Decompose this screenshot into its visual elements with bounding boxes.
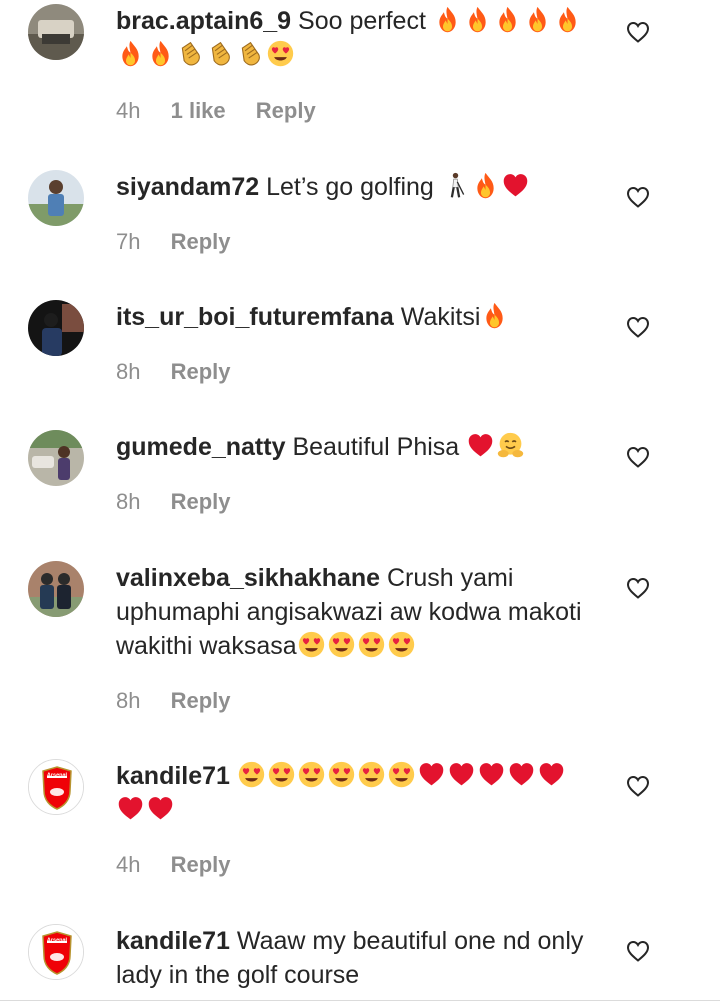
comment-meta: 8h Reply xyxy=(116,359,255,385)
comment-body: siyandam72 Let’s go golfing xyxy=(116,170,596,204)
avatar[interactable]: Arsenal xyxy=(28,759,84,815)
fire-emoji-icon xyxy=(152,40,169,67)
reply-button[interactable]: Reply xyxy=(171,229,231,254)
comment-username[interactable]: kandile71 xyxy=(116,762,230,790)
heart-eyes-emoji-icon xyxy=(238,761,265,788)
like-heart-icon[interactable] xyxy=(626,186,650,208)
red-heart-emoji-icon xyxy=(539,763,564,786)
heart-eyes-emoji-icon xyxy=(388,761,415,788)
heart-eyes-emoji-icon xyxy=(268,761,295,788)
like-heart-icon[interactable] xyxy=(626,577,650,599)
comment-body: valinxeba_sikhakhane Crush yami uphumaph… xyxy=(116,561,596,663)
avatar[interactable] xyxy=(28,430,84,486)
golfer-emoji-icon xyxy=(450,172,465,198)
heart-eyes-emoji-icon xyxy=(267,40,294,67)
avatar[interactable] xyxy=(28,170,84,226)
avatar[interactable] xyxy=(28,561,84,617)
red-heart-emoji-icon xyxy=(118,797,143,820)
comment-time: 4h xyxy=(116,852,141,877)
red-heart-emoji-icon xyxy=(479,763,504,786)
heart-eyes-emoji-icon xyxy=(328,631,354,658)
comment-emojis xyxy=(297,631,417,660)
fire-emoji-icon xyxy=(499,6,516,33)
comment-text: Soo perfect xyxy=(298,7,433,35)
comment-text: Beautiful Phisa xyxy=(292,433,467,461)
bottom-divider xyxy=(0,1000,720,1001)
heart-eyes-emoji-icon xyxy=(298,631,324,658)
red-heart-emoji-icon xyxy=(449,763,474,786)
comment-emojis xyxy=(480,302,510,331)
comment-meta: 4h Reply xyxy=(116,852,255,878)
comment-time: 8h xyxy=(116,688,141,713)
fire-emoji-icon xyxy=(439,6,456,33)
heart-eyes-emoji-icon xyxy=(298,761,325,788)
red-heart-emoji-icon xyxy=(509,763,534,786)
comment-emojis xyxy=(441,172,531,201)
avatar[interactable] xyxy=(28,4,84,60)
avatar[interactable] xyxy=(28,300,84,356)
fire-emoji-icon xyxy=(122,40,139,67)
clap-emoji-icon xyxy=(181,41,200,66)
comment-meta: 8h Reply xyxy=(116,489,255,515)
avatar-logo-text: Arsenal xyxy=(47,773,68,779)
comment-meta: 7h Reply xyxy=(116,229,255,255)
like-heart-icon[interactable] xyxy=(626,21,650,43)
comment-time: 4h xyxy=(116,98,141,123)
fire-emoji-icon xyxy=(477,172,494,199)
comment-username[interactable]: brac.aptain6_9 xyxy=(116,7,291,35)
reply-button[interactable]: Reply xyxy=(171,359,231,384)
like-heart-icon[interactable] xyxy=(626,316,650,338)
avatar-logo-text: Arsenal xyxy=(47,938,68,944)
clap-emoji-icon xyxy=(241,41,260,66)
comment-body: gumede_natty Beautiful Phisa xyxy=(116,430,596,464)
comment-time: 8h xyxy=(116,359,141,384)
like-heart-icon[interactable] xyxy=(626,775,650,797)
comment-body: its_ur_boi_futuremfana Wakitsi xyxy=(116,300,596,334)
reply-button[interactable]: Reply xyxy=(171,489,231,514)
heart-eyes-emoji-icon xyxy=(358,761,385,788)
red-heart-emoji-icon xyxy=(468,434,493,457)
red-heart-emoji-icon xyxy=(503,174,528,197)
comment-meta: 4h 1 like Reply xyxy=(116,98,340,124)
comment-time: 7h xyxy=(116,229,141,254)
reply-button[interactable]: Reply xyxy=(256,98,316,123)
comment-text: Let’s go golfing xyxy=(266,173,441,201)
comment-text: Wakitsi xyxy=(400,303,481,331)
fire-emoji-icon xyxy=(559,6,576,33)
comment-emojis xyxy=(466,432,526,461)
comment-body: brac.aptain6_9 Soo perfect xyxy=(116,4,596,72)
fire-emoji-icon xyxy=(469,6,486,33)
comment-meta: 8h Reply xyxy=(116,688,255,714)
comment-username[interactable]: gumede_natty xyxy=(116,433,285,461)
red-heart-emoji-icon xyxy=(419,763,444,786)
comment-time: 8h xyxy=(116,489,141,514)
heart-eyes-emoji-icon xyxy=(388,631,414,658)
reply-button[interactable]: Reply xyxy=(171,688,231,713)
comment-username[interactable]: valinxeba_sikhakhane xyxy=(116,564,380,592)
like-heart-icon[interactable] xyxy=(626,446,650,468)
avatar[interactable]: Arsenal xyxy=(28,924,84,980)
comment-body: kandile71 xyxy=(116,759,596,827)
comment-username[interactable]: its_ur_boi_futuremfana xyxy=(116,303,394,331)
red-heart-emoji-icon xyxy=(148,797,173,820)
comment-likes[interactable]: 1 like xyxy=(171,98,226,123)
heart-eyes-emoji-icon xyxy=(358,631,384,658)
hugging-emoji-icon xyxy=(497,432,524,458)
clap-emoji-icon xyxy=(211,41,230,66)
reply-button[interactable]: Reply xyxy=(171,852,231,877)
comment-username[interactable]: siyandam72 xyxy=(116,173,259,201)
like-heart-icon[interactable] xyxy=(626,940,650,962)
comment-username[interactable]: kandile71 xyxy=(116,927,230,955)
comment-body: kandile71 Waaw my beautiful one nd only … xyxy=(116,924,596,992)
fire-emoji-icon xyxy=(529,6,546,33)
heart-eyes-emoji-icon xyxy=(328,761,355,788)
fire-emoji-icon xyxy=(486,302,504,329)
